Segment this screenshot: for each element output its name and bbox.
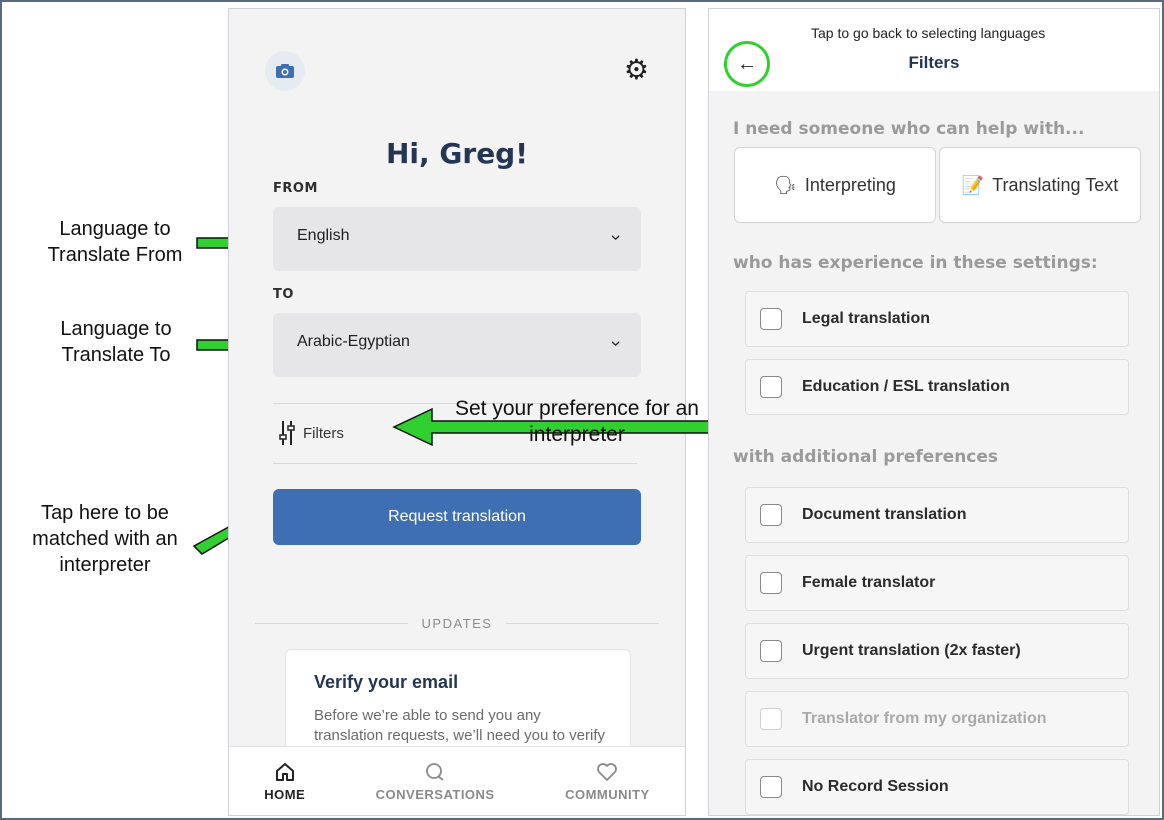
- to-label: TO: [273, 287, 294, 302]
- checkbox[interactable]: [760, 640, 782, 662]
- nav-conversations-label: CONVERSATIONS: [375, 786, 495, 802]
- option-urgent-translation[interactable]: Urgent translation (2x faster): [745, 623, 1129, 679]
- home-icon: [275, 762, 294, 781]
- screenshot-frame: Language to Translate From Language to T…: [0, 0, 1164, 820]
- to-language-select[interactable]: Arabic-Egyptian ›: [273, 313, 641, 377]
- option-education-translation[interactable]: Education / ESL translation: [745, 359, 1129, 415]
- filters-button[interactable]: Filters: [279, 419, 344, 447]
- translating-text-button[interactable]: 📝 Translating Text: [939, 147, 1141, 223]
- option-label: No Record Session: [802, 778, 949, 795]
- option-legal-translation[interactable]: Legal translation: [745, 291, 1129, 347]
- option-no-record-session[interactable]: No Record Session: [745, 759, 1129, 815]
- camera-icon: [276, 64, 294, 78]
- checkbox[interactable]: [760, 376, 782, 398]
- from-language-value: English: [297, 227, 350, 244]
- annotation-back: Tap to go back to selecting languages: [811, 25, 1046, 41]
- option-label: Legal translation: [802, 310, 931, 327]
- card-title: Verify your email: [314, 672, 459, 692]
- camera-button[interactable]: [265, 51, 305, 91]
- chevron-down-icon: ›: [606, 234, 627, 241]
- request-translation-button[interactable]: Request translation: [273, 489, 641, 545]
- nav-conversations[interactable]: CONVERSATIONS: [376, 761, 495, 802]
- option-label: Translator from my organization: [802, 710, 1047, 727]
- updates-heading: UPDATES: [229, 615, 685, 633]
- annotation-to: Language to Translate To: [60, 318, 172, 366]
- annotation-match: Tap here to be matched with an interpret…: [32, 502, 178, 576]
- chevron-down-icon: ›: [606, 340, 627, 347]
- nav-home-label: HOME: [264, 786, 306, 802]
- annotation-from: Language to Translate From: [47, 218, 183, 266]
- nav-home[interactable]: HOME: [264, 761, 305, 802]
- section-help-with: I need someone who can help with...: [733, 119, 1085, 139]
- option-document-translation[interactable]: Document translation: [745, 487, 1129, 543]
- option-label: Female translator: [802, 574, 936, 591]
- settings-gear-icon[interactable]: ⚙: [624, 53, 649, 86]
- checkbox[interactable]: [760, 308, 782, 330]
- option-label: Education / ESL translation: [802, 378, 1010, 395]
- heart-icon: [597, 762, 618, 781]
- checkbox[interactable]: [760, 572, 782, 594]
- divider: [273, 463, 637, 464]
- filters-label: Filters: [303, 424, 344, 442]
- interpreting-label: Interpreting: [804, 174, 896, 195]
- filters-header: ← Filters Tap to go back to selecting la…: [709, 9, 1159, 91]
- to-language-value: Arabic-Egyptian: [297, 333, 410, 350]
- checkbox[interactable]: [760, 776, 782, 798]
- updates-heading-text: UPDATES: [407, 616, 507, 631]
- sliders-icon: [279, 421, 295, 445]
- option-female-translator[interactable]: Female translator: [745, 555, 1129, 611]
- bottom-nav: HOME CONVERSATIONS COMMUNITY: [229, 746, 685, 815]
- option-label: Urgent translation (2x faster): [802, 642, 1021, 659]
- nav-community-label: COMMUNITY: [565, 786, 650, 802]
- speaking-head-icon: 🗣: [774, 174, 797, 195]
- greeting: Hi, Greg!: [385, 137, 528, 170]
- annotation-filters: Set your preference for an interpreter: [455, 397, 699, 446]
- option-translator-from-organization: Translator from my organization: [745, 691, 1129, 747]
- option-label: Document translation: [802, 506, 967, 523]
- interpreting-button[interactable]: 🗣 Interpreting: [734, 147, 936, 223]
- filters-title: Filters: [908, 53, 960, 72]
- memo-icon: 📝: [961, 174, 985, 195]
- from-label: FROM: [273, 181, 318, 196]
- chat-icon: [426, 762, 444, 781]
- nav-community[interactable]: COMMUNITY: [565, 761, 650, 802]
- checkbox[interactable]: [760, 504, 782, 526]
- checkbox: [760, 708, 782, 730]
- from-language-select[interactable]: English ›: [273, 207, 641, 271]
- section-experience: who has experience in these settings:: [733, 253, 1098, 273]
- translating-text-label: Translating Text: [992, 174, 1119, 195]
- section-additional-preferences: with additional preferences: [733, 447, 999, 467]
- filters-screen: ← Filters Tap to go back to selecting la…: [708, 8, 1160, 816]
